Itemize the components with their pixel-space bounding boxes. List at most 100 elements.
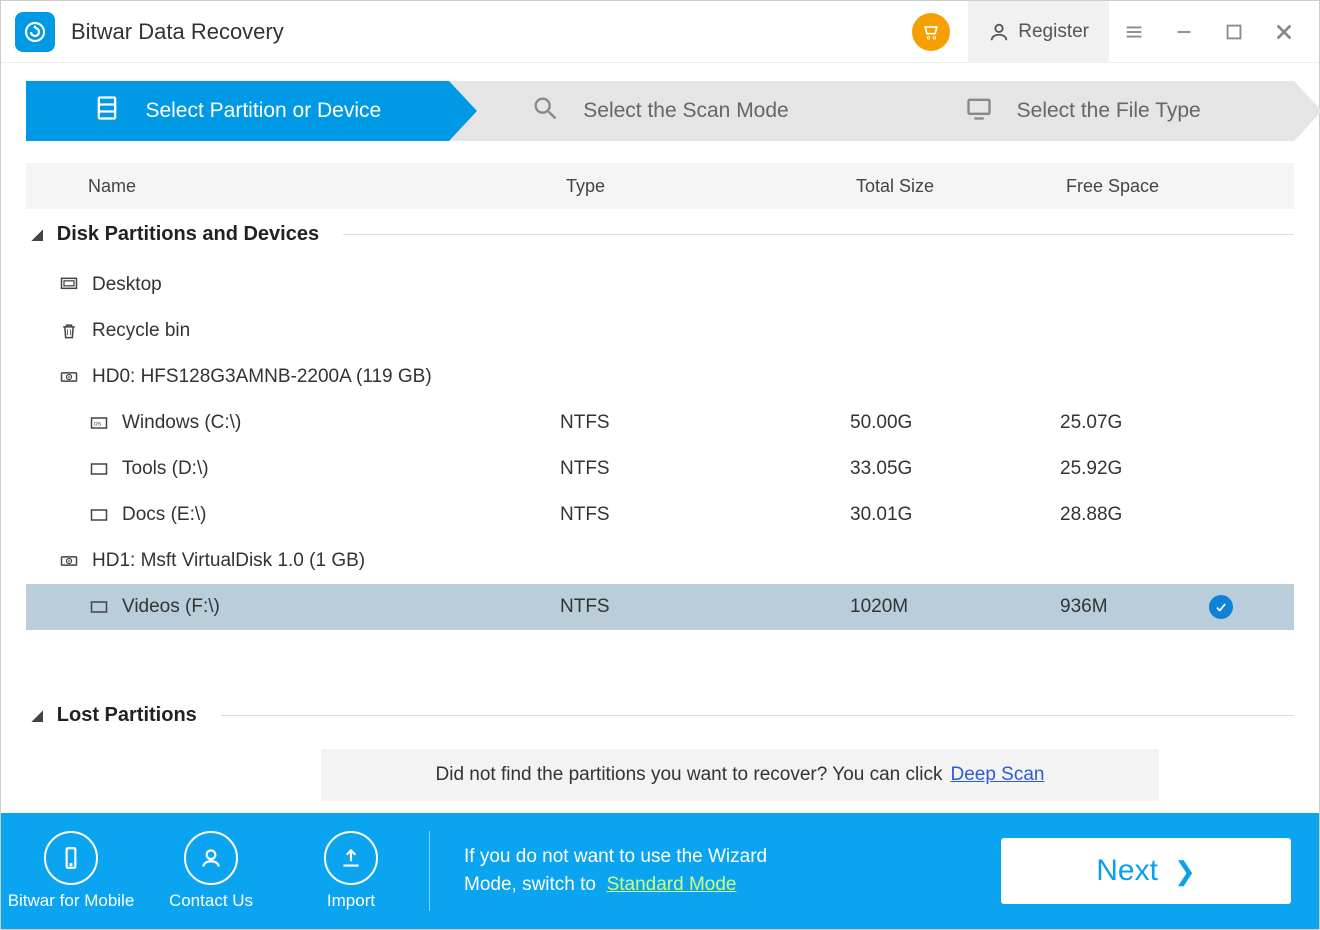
group-disk-partitions[interactable]: ◢ Disk Partitions and Devices (26, 209, 1294, 262)
partition-c-total: 50.00G (850, 412, 1060, 434)
partition-list: ◢ Disk Partitions and Devices Desktop Re… (26, 209, 1294, 630)
mobile-icon (44, 831, 98, 885)
maximize-button[interactable] (1209, 1, 1259, 63)
footer-import-button[interactable]: Import (281, 831, 421, 911)
titlebar: Bitwar Data Recovery Register (1, 1, 1319, 63)
partition-d[interactable]: Tools (D:\) NTFS 33.05G 25.92G (26, 446, 1294, 492)
menu-button[interactable] (1109, 1, 1159, 63)
next-button[interactable]: Next ❯ (1001, 838, 1291, 904)
divider (343, 234, 1294, 235)
partition-f-free: 936M (1060, 596, 1196, 618)
section1-title: Disk Partitions and Devices (57, 223, 319, 246)
register-label: Register (1018, 21, 1089, 43)
disk-icon (56, 551, 82, 571)
step1-label: Select Partition or Device (145, 99, 381, 123)
step-file-type[interactable]: Select the File Type (871, 81, 1294, 141)
import-icon (324, 831, 378, 885)
cart-button[interactable] (912, 13, 950, 51)
trash-icon (56, 321, 82, 341)
partition-d-name: Tools (D:\) (122, 458, 209, 480)
section2-title: Lost Partitions (57, 704, 197, 727)
monitor-icon (965, 94, 993, 128)
partition-e-total: 30.01G (850, 504, 1060, 526)
partition-f-name: Videos (F:\) (122, 596, 220, 618)
minimize-icon (1173, 21, 1195, 43)
app-logo (15, 12, 55, 52)
column-headers: Name Type Total Size Free Space (26, 163, 1294, 209)
partition-c[interactable]: os Windows (C:\) NTFS 50.00G 25.07G (26, 400, 1294, 446)
collapse-icon: ◢ (32, 226, 43, 243)
deep-scan-banner: Did not find the partitions you want to … (321, 749, 1159, 801)
user-icon (988, 21, 1010, 43)
footer-mobile-label: Bitwar for Mobile (8, 891, 135, 911)
footer-import-label: Import (327, 891, 375, 911)
drive-icon (86, 597, 112, 617)
selected-check-icon (1209, 595, 1233, 619)
drive-icon (86, 505, 112, 525)
disk-icon (56, 367, 82, 387)
col-total: Total Size (856, 176, 1066, 197)
disk1-label: HD1: Msft VirtualDisk 1.0 (1 GB) (92, 550, 365, 572)
standard-mode-link[interactable]: Standard Mode (607, 874, 737, 895)
desktop-icon (56, 275, 82, 295)
register-button[interactable]: Register (968, 1, 1109, 63)
group-lost-partitions[interactable]: ◢ Lost Partitions (26, 690, 1294, 743)
wizard-steps: Select Partition or Device Select the Sc… (26, 81, 1294, 141)
drive-icon (86, 459, 112, 479)
deep-scan-link[interactable]: Deep Scan (950, 764, 1044, 786)
item-recycle-bin[interactable]: Recycle bin (26, 308, 1294, 354)
partition-c-free: 25.07G (1060, 412, 1196, 434)
maximize-icon (1223, 21, 1245, 43)
item-disk0[interactable]: HD0: HFS128G3AMNB-2200A (119 GB) (26, 354, 1294, 400)
partition-e-type: NTFS (560, 504, 850, 526)
footer-contact-button[interactable]: Contact Us (141, 831, 281, 911)
partition-c-type: NTFS (560, 412, 850, 434)
close-button[interactable] (1259, 1, 1309, 63)
close-icon (1273, 21, 1295, 43)
desktop-label: Desktop (92, 274, 162, 296)
footer-message: If you do not want to use the Wizard Mod… (464, 843, 767, 900)
partition-d-free: 25.92G (1060, 458, 1196, 480)
footer-contact-label: Contact Us (169, 891, 253, 911)
partition-f[interactable]: Videos (F:\) NTFS 1020M 936M (26, 584, 1294, 630)
next-label: Next (1096, 854, 1158, 888)
col-name: Name (26, 176, 566, 197)
os-drive-icon: os (86, 413, 112, 433)
footer-separator (429, 831, 430, 911)
lost-partitions-section: ◢ Lost Partitions (26, 690, 1294, 743)
item-disk1[interactable]: HD1: Msft VirtualDisk 1.0 (1 GB) (26, 538, 1294, 584)
svg-text:os: os (94, 421, 102, 428)
footer-msg-line1: If you do not want to use the Wizard (464, 843, 767, 872)
minimize-button[interactable] (1159, 1, 1209, 63)
partition-d-type: NTFS (560, 458, 850, 480)
app-title: Bitwar Data Recovery (71, 19, 284, 45)
partition-e-free: 28.88G (1060, 504, 1196, 526)
search-icon (531, 94, 559, 128)
item-desktop[interactable]: Desktop (26, 262, 1294, 308)
contact-icon (184, 831, 238, 885)
footer-msg-line2: Mode, switch to (464, 874, 596, 895)
partition-f-total: 1020M (850, 596, 1060, 618)
partition-c-name: Windows (C:\) (122, 412, 241, 434)
step2-label: Select the Scan Mode (583, 99, 788, 123)
disk0-label: HD0: HFS128G3AMNB-2200A (119 GB) (92, 366, 432, 388)
footer-mobile-button[interactable]: Bitwar for Mobile (1, 831, 141, 911)
step-scan-mode[interactable]: Select the Scan Mode (449, 81, 872, 141)
col-free: Free Space (1066, 176, 1236, 197)
step-select-partition[interactable]: Select Partition or Device (26, 81, 449, 141)
col-type: Type (566, 176, 856, 197)
partition-e-name: Docs (E:\) (122, 504, 206, 526)
step3-label: Select the File Type (1017, 99, 1201, 123)
menu-icon (1123, 21, 1145, 43)
partition-icon (93, 94, 121, 128)
collapse-icon: ◢ (32, 707, 43, 724)
partition-d-total: 33.05G (850, 458, 1060, 480)
cart-icon (921, 22, 941, 42)
partition-e[interactable]: Docs (E:\) NTFS 30.01G 28.88G (26, 492, 1294, 538)
divider (221, 715, 1294, 716)
banner-text: Did not find the partitions you want to … (436, 764, 943, 786)
chevron-right-icon: ❯ (1174, 856, 1196, 887)
recycle-label: Recycle bin (92, 320, 190, 342)
footer: Bitwar for Mobile Contact Us Import If y… (1, 813, 1319, 929)
partition-f-type: NTFS (560, 596, 850, 618)
